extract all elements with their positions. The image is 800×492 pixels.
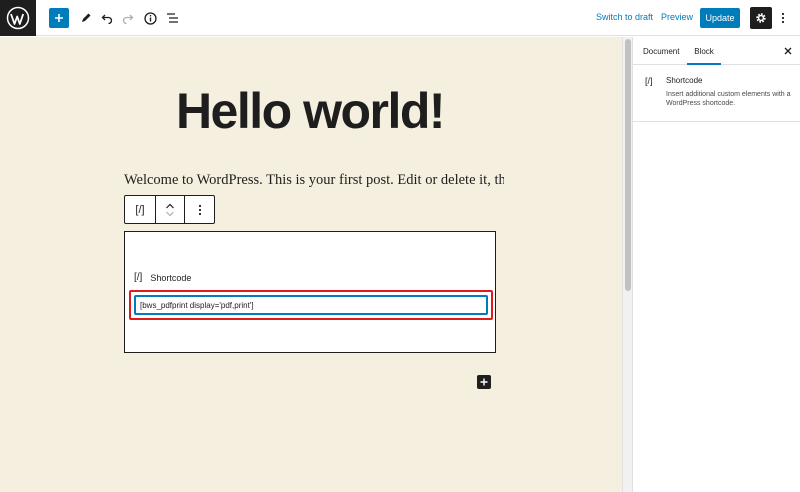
editor-header: Switch to draft Preview Update	[0, 0, 800, 36]
list-view-icon	[166, 13, 178, 23]
gear-icon	[756, 13, 766, 23]
shortcode-input[interactable]	[135, 296, 487, 314]
chevron-down-icon[interactable]	[165, 211, 175, 217]
paragraph-block[interactable]: Welcome to WordPress. This is your first…	[124, 172, 504, 189]
shortcode-icon: [/]	[645, 76, 653, 86]
highlight-box	[129, 290, 493, 320]
switch-to-draft-link[interactable]: Switch to draft	[596, 12, 653, 22]
details-button[interactable]	[140, 8, 160, 28]
scrollbar-thumb[interactable]	[625, 39, 631, 291]
block-toolbar: [/]	[124, 195, 215, 224]
edit-tools-button[interactable]	[76, 8, 96, 28]
more-vertical-icon	[781, 12, 785, 24]
shortcode-icon: [/]	[135, 203, 145, 216]
shortcode-block[interactable]: [/] Shortcode	[124, 231, 496, 353]
block-card-description: Insert additional custom elements with a…	[666, 91, 791, 107]
canvas-scrollbar[interactable]	[622, 37, 632, 492]
chevron-up-icon[interactable]	[165, 203, 175, 209]
block-card: [/] Shortcode Insert additional custom e…	[633, 66, 800, 122]
more-options-button[interactable]	[776, 8, 790, 28]
undo-button[interactable]	[97, 8, 117, 28]
active-tab-indicator	[687, 63, 721, 65]
settings-sidebar: Document Block [/] Shortcode Insert addi…	[632, 37, 800, 492]
block-inserter-button[interactable]	[477, 375, 491, 389]
block-mover	[156, 196, 185, 223]
sidebar-tabs: Document Block	[633, 37, 800, 65]
plus-icon	[480, 378, 488, 386]
preview-link[interactable]: Preview	[661, 12, 693, 22]
shortcode-icon: [/]	[134, 272, 143, 283]
pencil-icon	[82, 13, 91, 22]
block-type-button[interactable]: [/]	[125, 196, 156, 223]
undo-icon	[101, 14, 113, 24]
info-icon	[143, 11, 157, 25]
list-view-button[interactable]	[162, 8, 182, 28]
block-more-options-button[interactable]	[185, 196, 214, 223]
editor-canvas[interactable]: Hello world! Welcome to WordPress. This …	[0, 37, 622, 492]
close-icon	[784, 47, 792, 55]
add-block-button[interactable]	[49, 8, 69, 28]
redo-icon	[122, 14, 134, 24]
update-button[interactable]: Update	[700, 8, 740, 28]
shortcode-block-label: [/] Shortcode	[134, 272, 191, 283]
tab-document[interactable]: Document	[643, 37, 679, 65]
more-vertical-icon	[198, 204, 201, 215]
post-title[interactable]: Hello world!	[100, 83, 520, 139]
block-card-title: Shortcode	[666, 76, 703, 85]
close-sidebar-button[interactable]	[781, 44, 795, 58]
wordpress-logo-icon[interactable]	[0, 0, 36, 36]
redo-button[interactable]	[118, 8, 138, 28]
tab-block[interactable]: Block	[689, 37, 719, 65]
plus-icon	[55, 14, 63, 22]
shortcode-label-text: Shortcode	[150, 272, 192, 283]
settings-button[interactable]	[750, 7, 772, 29]
